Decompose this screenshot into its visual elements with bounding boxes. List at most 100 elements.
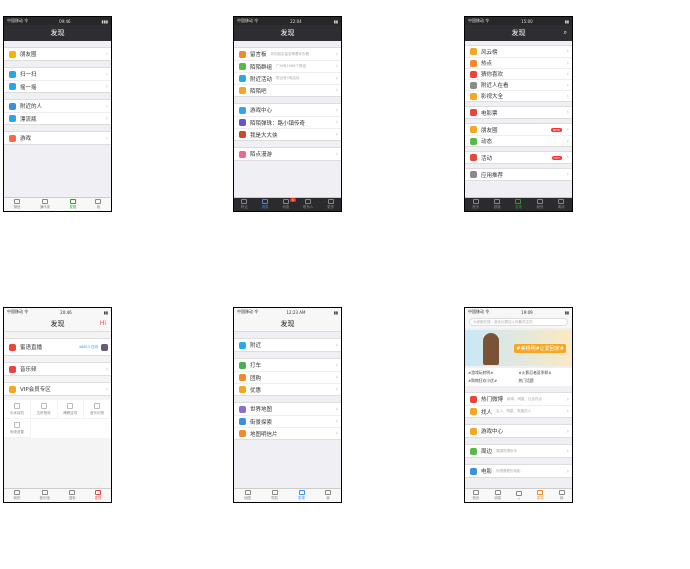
list-item[interactable]: 陌陌群组 广州有1968个群组 › [234,60,341,72]
tab-3[interactable]: 我 [325,490,331,501]
chevron-right-icon: › [105,134,108,142]
live-item[interactable]: 蜜语直播 46653 在线 [4,339,111,355]
chevron-right-icon: › [335,430,338,437]
list-item[interactable]: 附近活动 附近有3场活动 › [234,72,341,84]
item-icon [9,70,16,78]
list-item[interactable]: 附近 › [234,339,341,351]
search-icon[interactable]: ⌕ [564,29,567,37]
list-item[interactable]: 电影 你想要看的电影 › [465,465,572,477]
item-icon [470,59,477,67]
tab-2[interactable]: 消息 [282,199,289,210]
grid-label: 音乐识别 [90,410,105,415]
list-item[interactable]: 热点 › [465,57,572,68]
list-item[interactable]: 地图明信片 › [234,427,341,439]
list-item[interactable]: 留言板 你的朋友留言等着你去看 › [234,48,341,60]
list-item[interactable]: 附近人在看 › [465,79,572,90]
promo-banner[interactable]: #美杨明#让爱回家# [465,330,572,366]
list-item[interactable]: 动态 › [465,135,572,146]
list-item[interactable]: 影视大全 › [465,90,572,101]
tab-1[interactable]: 导航 [271,490,278,501]
avatar [101,343,108,351]
tab-1[interactable]: 消息 [262,199,269,210]
list-item[interactable]: 街景探索 › [234,415,341,427]
item-icon [470,81,477,89]
tab-4[interactable]: 我 [558,490,565,501]
list-item[interactable]: VIP会员专区 › [4,383,111,395]
tab-3[interactable]: 发现 [95,490,102,501]
topic-tag[interactable]: #火影忍者夏季联# [519,369,570,377]
list-item[interactable]: 周边 周围吃喝玩乐 › [465,445,572,457]
tab-1[interactable]: 通讯录 [40,199,50,210]
tab-0[interactable]: 地图 [244,490,251,501]
list-item[interactable]: 应用推荐 › [465,169,572,180]
list-item[interactable]: 活动 › HOT [465,152,572,163]
list-item[interactable]: 风云榜 › [465,46,572,57]
list-item[interactable]: 游戏中心 › [234,104,341,116]
search-input[interactable]: 大家都在搜：游泳比赛加入你最关注的 [469,318,568,326]
tab-0[interactable]: 我的 [13,490,20,501]
list-item[interactable]: 陌陌吧 › [234,84,341,96]
list-item[interactable]: 扫一扫 › [4,68,111,80]
tab-3[interactable]: 我的 [536,199,543,210]
list-item[interactable]: 世界地图 › [234,403,341,415]
item-label: 风云榜 [481,49,498,56]
status-bar: 中国移动 令 19:09 ▮▮ [465,308,572,316]
tab-3[interactable]: 我 [95,199,102,210]
tab-1[interactable]: 消息 [494,490,501,501]
tab-icon [515,490,522,496]
list-item[interactable]: 我是大大侠 › [234,128,341,140]
topic-tag[interactable]: #游戏玩转明# [468,369,519,377]
tab-2[interactable]: 发现 [515,199,522,210]
phone-wechat: 中国移动 令 09:46 ▮▮▮ 发现 朋友圈 › 扫一扫 › 摇一摇 › 附近的人 › 漂流瓶 › 游… [3,16,112,212]
tab-0[interactable]: 首页 [472,490,479,501]
tab-1[interactable]: 音乐馆 [39,490,50,501]
list-item[interactable]: 陌陌弹珠：路小镇传奇 › [234,116,341,128]
tab-0[interactable]: 首页 [472,199,479,210]
tab-4[interactable]: 离线 [558,199,565,210]
list-group: 留言板 你的朋友留言等着你去看 › 陌陌群组 广州有1968个群组 › 附近活动 附近有3场活… [234,47,341,97]
topic-tag[interactable]: #购物狂欢小优# [468,377,519,385]
list-item[interactable]: 团购 › [234,371,341,383]
grid-cell[interactable]: 睡眠定时 [57,400,85,419]
item-label: 我是大大侠 [250,132,278,139]
tab-2[interactable]: 搜索 [69,490,76,501]
tab-2[interactable]: 发现 [298,490,305,501]
tab-2[interactable]: + [515,490,522,501]
list-item[interactable]: 朋友圈 › [4,48,111,60]
grid-cell[interactable]: 音乐识别 [84,400,111,419]
list-item[interactable]: 漂流瓶 › [4,112,111,124]
list-item[interactable]: 朋友圈 › NEW [465,124,572,135]
list-item[interactable]: 游戏中心 › [465,425,572,437]
list-item[interactable]: 摇一摇 › [4,80,111,92]
list-item[interactable]: 优惠 › [234,383,341,395]
list-item[interactable]: 陌点漫游 › [234,148,341,160]
list-item[interactable]: 电影票 › [465,107,572,118]
list-item[interactable]: 附近的人 › [4,100,111,112]
grid-cell[interactable]: 达听音效 [30,400,58,419]
tab-3[interactable]: 发现 [537,490,544,501]
grid-cell[interactable]: 乐米耳机 [4,400,31,419]
tab-3[interactable]: 联系人 [303,199,313,210]
list-item[interactable]: 猜你喜欢 › [465,68,572,79]
tab-label: 离线 [557,205,565,209]
tab-0[interactable]: 微信 [14,199,21,210]
tab-1[interactable]: 频道 [494,199,501,210]
hi-button[interactable]: Hi [100,320,106,327]
list-item[interactable]: 找人 名人、明星、有趣的人 › [465,405,572,417]
new-badge: HOT [551,155,562,160]
list-item[interactable]: 音乐频 › [4,363,111,375]
list-item[interactable]: 热门微博 新闻、明星、社会热点 › [465,393,572,405]
grid-cell[interactable]: 系统设置 [4,419,31,438]
list-item[interactable]: 游戏 › [4,132,111,144]
item-subtitle: 广州有1968个群组 [276,64,306,68]
phone-momo: 中国移动 令 22:04 ▮▮ 发现 留言板 你的朋友留言等着你去看 › 陌陌群组 广州有1… [233,16,342,212]
list-item[interactable]: 打车 › [234,359,341,371]
tab-label: 我的 [536,205,544,209]
tab-2[interactable]: 发现 [69,199,76,210]
item-label: 热门微博 [481,397,504,403]
list-group: 电影 你想要看的电影 › [465,464,572,478]
tab-0[interactable]: 附近 [241,199,248,210]
topic-tag[interactable]: 热门话题 [519,377,570,385]
tab-4[interactable]: 更多 [327,199,334,210]
chevron-right-icon: › [335,361,338,369]
